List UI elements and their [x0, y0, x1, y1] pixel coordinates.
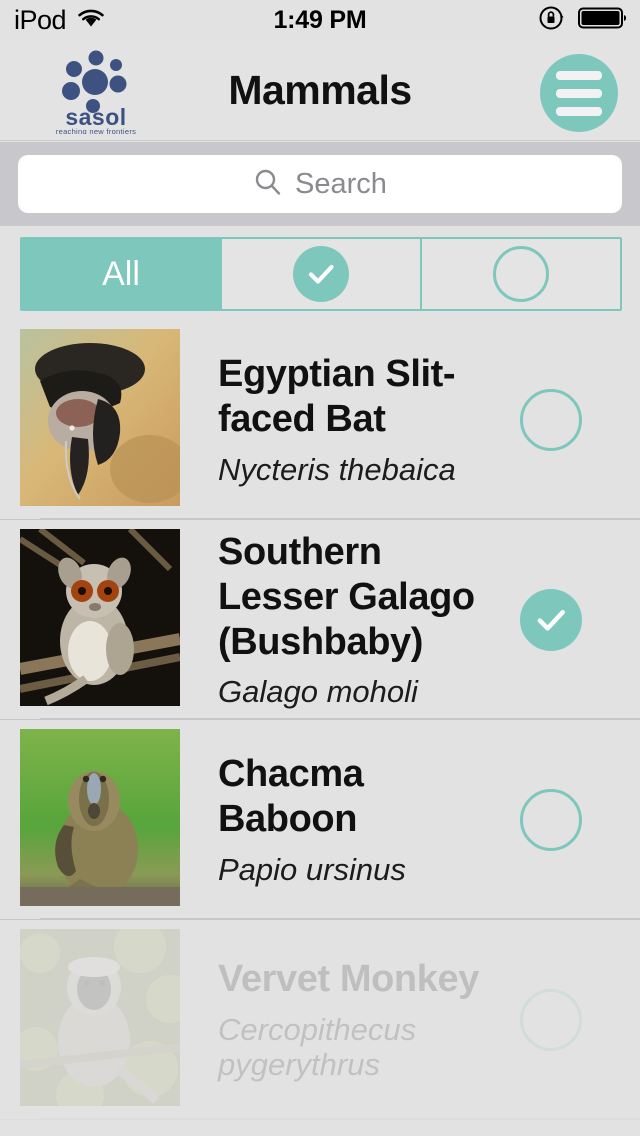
battery-full-icon [578, 6, 628, 35]
navigation-bar: sasol reaching new frontiers Mammals [0, 40, 640, 141]
row-divider [40, 1118, 640, 1119]
seen-toggle[interactable] [520, 320, 582, 520]
row-text-block: Vervet Monkey Cercopithecus pygerythrus [218, 920, 480, 1120]
status-bar-right [538, 0, 628, 40]
filter-segmented-control[interactable]: All [20, 237, 622, 311]
seen-toggle[interactable] [520, 720, 582, 920]
menu-bar-3 [556, 106, 602, 116]
seen-toggle[interactable] [520, 920, 582, 1120]
chacma-baboon-photo [20, 729, 180, 906]
scientific-name: Papio ursinus [218, 852, 406, 887]
table-row[interactable]: Southern Lesser Galago (Bushbaby) Galago… [0, 520, 640, 720]
search-bar-container: Search [0, 142, 640, 226]
row-text-block: Southern Lesser Galago (Bushbaby) Galago… [218, 520, 480, 720]
clock-label: 1:49 PM [273, 5, 367, 34]
segment-seen[interactable] [222, 239, 422, 309]
hamburger-menu-icon[interactable] [540, 54, 618, 132]
common-name: Southern Lesser Galago (Bushbaby) [218, 530, 475, 663]
check-circle-filled-icon[interactable] [520, 589, 582, 651]
check-circle-filled-icon [293, 246, 349, 302]
southern-lesser-galago-photo [20, 529, 180, 706]
segment-all[interactable]: All [22, 239, 222, 309]
scientific-name: Cercopithecus pygerythrus [218, 1011, 417, 1083]
table-row[interactable]: Egyptian Slit-faced Bat Nycteris thebaic… [0, 320, 640, 520]
circle-outline-icon[interactable] [520, 989, 582, 1051]
app-screen: iPod 1:49 PM sasol reaching new frontier… [0, 0, 640, 1136]
menu-bar-2 [556, 88, 602, 98]
circle-outline-icon[interactable] [520, 789, 582, 851]
circle-outline-icon[interactable] [520, 389, 582, 451]
rotation-lock-icon [538, 4, 566, 37]
common-name: Egyptian Slit-faced Bat [218, 353, 456, 441]
segment-unseen[interactable] [422, 239, 620, 309]
row-divider [40, 718, 640, 719]
row-text-block: Egyptian Slit-faced Bat Nycteris thebaic… [218, 320, 480, 520]
vervet-monkey-photo [20, 929, 180, 1106]
search-input[interactable]: Search [18, 155, 622, 213]
row-text-block: Chacma Baboon Papio ursinus [218, 720, 480, 920]
seen-toggle[interactable] [520, 520, 582, 720]
search-icon [253, 167, 283, 202]
common-name: Chacma Baboon [218, 753, 364, 841]
row-divider [40, 918, 640, 919]
table-row[interactable]: Vervet Monkey Cercopithecus pygerythrus [0, 920, 640, 1120]
row-divider [40, 518, 640, 519]
table-row[interactable]: Chacma Baboon Papio ursinus [0, 720, 640, 920]
circle-outline-icon [493, 246, 549, 302]
egyptian-slit-faced-bat-photo [20, 329, 180, 506]
mammal-list[interactable]: Egyptian Slit-faced Bat Nycteris thebaic… [0, 320, 640, 1136]
menu-bar-1 [556, 70, 602, 80]
scientific-name: Galago moholi [218, 674, 418, 710]
common-name: Vervet Monkey [218, 957, 479, 1000]
segment-all-label: All [102, 254, 140, 293]
status-bar: iPod 1:49 PM [0, 0, 640, 40]
filter-segmented-control-container: All [0, 226, 640, 320]
search-placeholder-text: Search [295, 167, 387, 200]
scientific-name: Nycteris thebaica [218, 452, 456, 487]
